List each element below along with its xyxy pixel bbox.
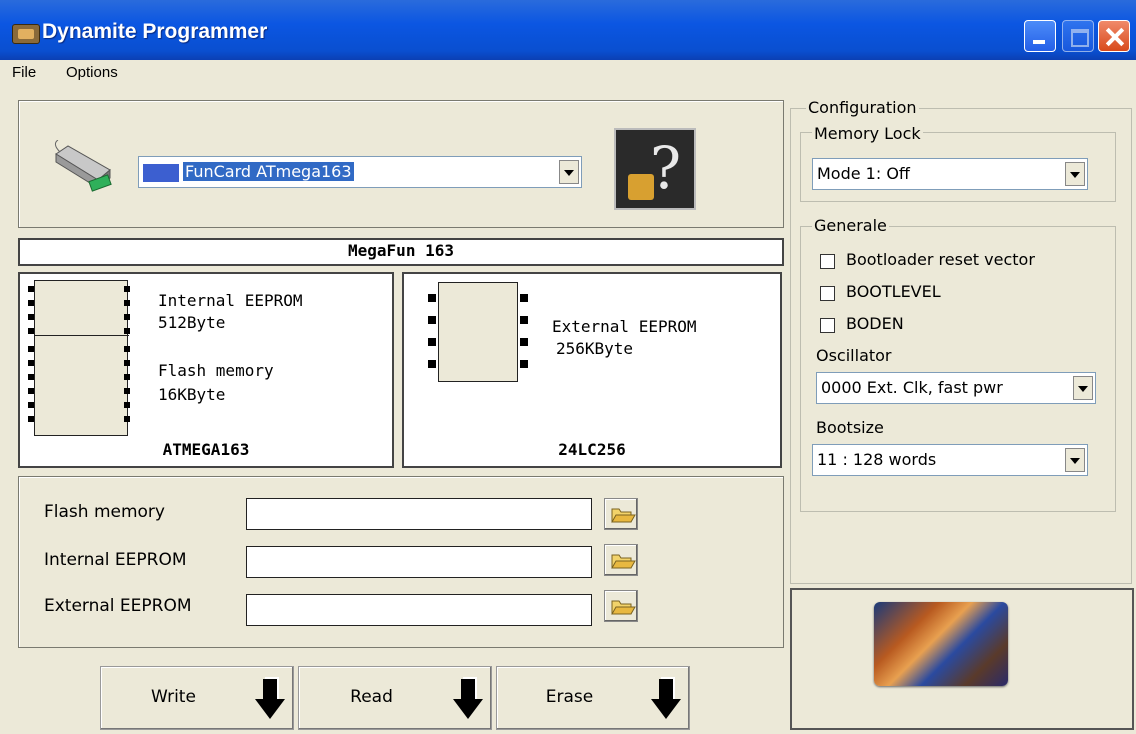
smartcard-image — [874, 602, 1008, 686]
flash-memory-label: Flash memory — [158, 361, 274, 380]
external-file-label: External EEPROM — [44, 596, 192, 616]
read-button-label: Read — [350, 687, 393, 707]
external-eeprom-size: 256KByte — [556, 339, 634, 358]
generale-label: Generale — [812, 216, 889, 235]
device-select[interactable]: FunCard ATmega163 — [138, 156, 582, 188]
erase-button-label: Erase — [545, 687, 594, 707]
oscillator-select[interactable]: 0000 Ext. Clk, fast pwr — [816, 372, 1096, 404]
erase-button[interactable]: Erase — [496, 666, 690, 730]
device-select-value: FunCard ATmega163 — [183, 162, 354, 181]
read-button[interactable]: Read — [298, 666, 492, 730]
boden-checkbox[interactable] — [820, 318, 835, 333]
external-eeprom-label: External EEPROM — [552, 317, 697, 336]
internal-file-input[interactable] — [246, 546, 592, 578]
boden-label: BODEN — [846, 314, 904, 333]
write-button[interactable]: Write — [100, 666, 294, 730]
folder-open-icon — [611, 508, 636, 523]
internal-browse-button[interactable] — [604, 544, 638, 576]
board-name: MegaFun 163 — [18, 238, 784, 266]
folder-open-icon — [611, 554, 636, 569]
flash-browse-button[interactable] — [604, 498, 638, 530]
bootlevel-label: BOOTLEVEL — [846, 282, 941, 301]
menu-file[interactable]: File — [12, 64, 36, 81]
oscillator-label: Oscillator — [816, 346, 892, 365]
bootloader-checkbox[interactable] — [820, 254, 835, 269]
eeprom-pins-icon — [428, 294, 528, 368]
internal-eeprom-size: 512Byte — [158, 313, 226, 332]
memory-lock-label: Memory Lock — [812, 124, 923, 143]
bootloader-label: Bootloader reset vector — [846, 250, 1035, 269]
chip-pins-icon — [28, 286, 130, 422]
internal-eeprom-label: Internal EEPROM — [158, 291, 303, 310]
flash-file-label: Flash memory — [44, 502, 165, 522]
chevron-down-icon[interactable] — [1073, 376, 1093, 400]
memory-lock-value: Mode 1: Off — [817, 164, 910, 183]
close-button[interactable] — [1098, 20, 1130, 52]
arrow-down-icon — [255, 677, 285, 719]
chevron-down-icon[interactable] — [1065, 162, 1085, 186]
bootsize-value: 11 : 128 words — [817, 450, 937, 469]
question-icon: ? — [650, 134, 682, 202]
chevron-down-icon[interactable] — [1065, 448, 1085, 472]
chip-name-24lc256: 24LC256 — [558, 440, 626, 459]
chip-name-atmega: ATMEGA163 — [162, 440, 250, 459]
menu-options[interactable]: Options — [66, 64, 118, 81]
maximize-button[interactable] — [1062, 20, 1094, 52]
memory-lock-select[interactable]: Mode 1: Off — [812, 158, 1088, 190]
bootsize-select[interactable]: 11 : 128 words — [812, 444, 1088, 476]
help-button[interactable]: ? — [614, 128, 696, 210]
card-reader-icon — [54, 140, 112, 192]
arrow-down-icon — [453, 677, 483, 719]
oscillator-value: 0000 Ext. Clk, fast pwr — [821, 378, 1003, 397]
external-browse-button[interactable] — [604, 590, 638, 622]
arrow-down-icon — [651, 677, 681, 719]
flash-memory-size: 16KByte — [158, 385, 226, 404]
folder-open-icon — [611, 600, 636, 615]
minimize-button[interactable] — [1024, 20, 1056, 52]
bootlevel-checkbox[interactable] — [820, 286, 835, 301]
flash-file-input[interactable] — [246, 498, 592, 530]
chevron-down-icon[interactable] — [559, 160, 579, 184]
chip-icon — [143, 163, 179, 182]
internal-file-label: Internal EEPROM — [44, 550, 187, 570]
write-button-label: Write — [151, 687, 196, 707]
configuration-title: Configuration — [806, 98, 919, 117]
window-title: Dynamite Programmer — [42, 20, 268, 43]
external-file-input[interactable] — [246, 594, 592, 626]
app-icon — [12, 24, 40, 44]
bootsize-label: Bootsize — [816, 418, 884, 437]
